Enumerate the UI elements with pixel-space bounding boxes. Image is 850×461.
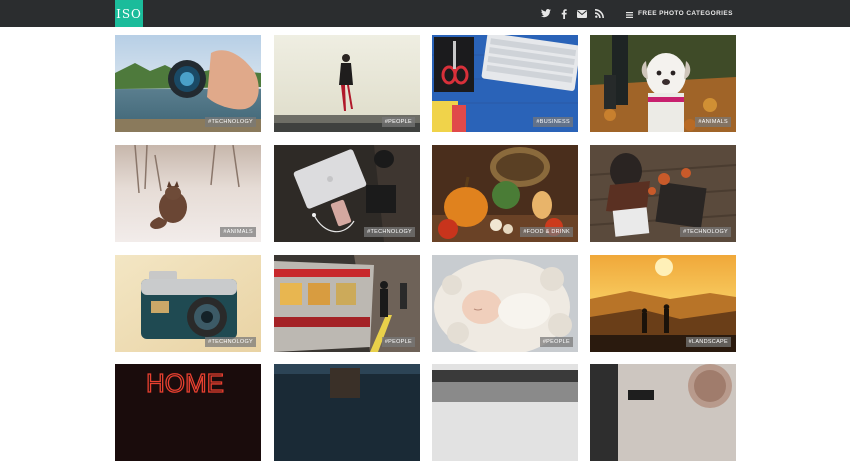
photo-card[interactable]: #TECHNOLOGY [115, 35, 261, 132]
photo-card[interactable] [274, 364, 420, 461]
photo-card[interactable] [590, 364, 736, 461]
neon-sign-text: HOME [146, 368, 224, 398]
photo-blurred-window [432, 364, 578, 461]
photo-card[interactable]: #LANDSCAPE [590, 255, 736, 352]
category-tag[interactable]: #PEOPLE [381, 337, 415, 347]
category-tag[interactable]: #PEOPLE [539, 337, 573, 347]
photo-card[interactable]: #PEOPLE [274, 255, 420, 352]
photo-card[interactable]: #PEOPLE [432, 255, 578, 352]
photo-card[interactable]: #ANIMALS [590, 35, 736, 132]
photo-grid: #TECHNOLOGY #PEOPLE #BUSINESS #ANIMALS #… [0, 0, 850, 461]
photo-card[interactable]: HOME [115, 364, 261, 461]
photo-card[interactable]: #TECHNOLOGY [590, 145, 736, 242]
category-tag[interactable]: #FOOD & DRINK [520, 227, 573, 237]
photo-card[interactable] [432, 364, 578, 461]
photo-dark-scene [274, 364, 420, 461]
photo-card[interactable]: #ANIMALS [115, 145, 261, 242]
photo-coffee-table [590, 364, 736, 461]
category-tag[interactable]: #TECHNOLOGY [205, 117, 256, 127]
category-tag[interactable]: #ANIMALS [220, 227, 256, 237]
photo-card[interactable]: #TECHNOLOGY [115, 255, 261, 352]
photo-home-neon-sign: HOME [115, 364, 261, 461]
category-tag[interactable]: #PEOPLE [381, 117, 415, 127]
photo-card[interactable]: #BUSINESS [432, 35, 578, 132]
category-tag[interactable]: #ANIMALS [695, 117, 731, 127]
category-tag[interactable]: #TECHNOLOGY [680, 227, 731, 237]
category-tag[interactable]: #LANDSCAPE [685, 337, 731, 347]
category-tag[interactable]: #TECHNOLOGY [205, 337, 256, 347]
category-tag[interactable]: #BUSINESS [533, 117, 573, 127]
category-tag[interactable]: #TECHNOLOGY [364, 227, 415, 237]
photo-card[interactable]: #TECHNOLOGY [274, 145, 420, 242]
photo-card[interactable]: #FOOD & DRINK [432, 145, 578, 242]
photo-card[interactable]: #PEOPLE [274, 35, 420, 132]
